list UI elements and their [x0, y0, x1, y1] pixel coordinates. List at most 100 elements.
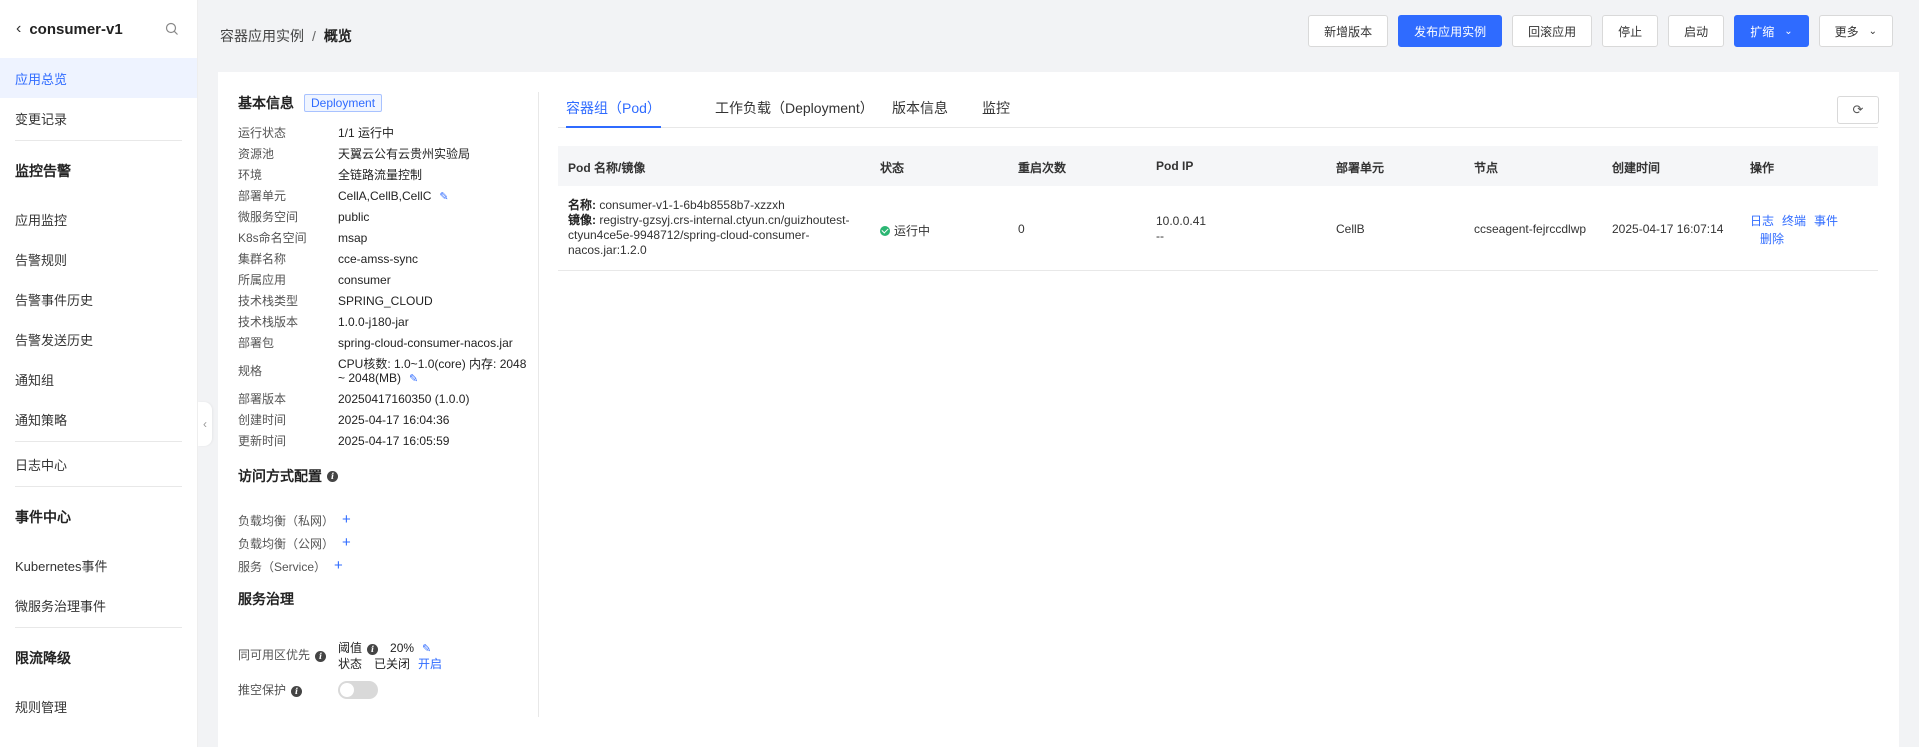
- sidebar-collapse-handle[interactable]: ‹: [198, 402, 212, 446]
- breadcrumb-current: 概览: [323, 28, 352, 44]
- events-link[interactable]: 事件: [1814, 214, 1838, 228]
- sidebar-item-alert-history[interactable]: 告警事件历史: [0, 279, 197, 319]
- tab-deployment[interactable]: 工作负载（Deployment）: [715, 98, 874, 128]
- sidebar-item-app-monitor[interactable]: 应用监控: [0, 199, 197, 239]
- status-line: 状态 已关闭 开启: [338, 657, 528, 671]
- sidebar-item-ms-events[interactable]: 微服务治理事件: [0, 585, 197, 625]
- more-button[interactable]: 更多 ⌄: [1818, 15, 1893, 47]
- status-cell: 运行中: [880, 222, 930, 239]
- publish-button[interactable]: 发布应用实例: [1398, 15, 1503, 47]
- search-icon[interactable]: [165, 22, 179, 36]
- sidebar-divider: [15, 441, 182, 442]
- breadcrumb-parent[interactable]: 容器应用实例: [220, 28, 304, 44]
- pod-node[interactable]: ccseagent-fejrccdlwp: [1474, 222, 1586, 236]
- scale-button[interactable]: 扩缩 ⌄: [1734, 15, 1809, 47]
- table-row: 名称: consumer-v1-1-6b4b8558b7-xzzxh 镜像: r…: [558, 186, 1878, 271]
- sidebar-group-limit[interactable]: 限流降级: [0, 630, 197, 686]
- sidebar-group-events[interactable]: 事件中心: [0, 489, 197, 545]
- access-label: 负载均衡（私网）: [238, 514, 335, 528]
- table-header: Pod 名称/镜像 状态 重启次数 Pod IP 部署单元 节点 创建时间 操作: [558, 146, 1878, 186]
- info-icon[interactable]: i: [327, 470, 338, 482]
- tab-monitor[interactable]: 监控: [982, 98, 1010, 128]
- sidebar-item-log-center[interactable]: 日志中心: [0, 444, 197, 484]
- info-key: 技术栈类型: [238, 294, 299, 308]
- sidebar-item-alert-rules[interactable]: 告警规则: [0, 239, 197, 279]
- info-value: 2025-04-17 16:05:59: [338, 434, 450, 448]
- delete-link[interactable]: 删除: [1760, 232, 1784, 246]
- basic-info-heading: 基本信息: [238, 95, 294, 111]
- plus-icon[interactable]: +: [342, 512, 351, 528]
- plus-icon[interactable]: +: [334, 558, 343, 574]
- new-version-button[interactable]: 新增版本: [1308, 15, 1389, 47]
- sidebar-item-notify-policy[interactable]: 通知策略: [0, 399, 197, 439]
- col-cell: 部署单元: [1336, 161, 1385, 175]
- more-label: 更多: [1834, 24, 1859, 39]
- sidebar-item-notify-group[interactable]: 通知组: [0, 359, 197, 399]
- access-heading: 访问方式配置: [238, 468, 322, 484]
- refresh-button[interactable]: ⟳: [1837, 96, 1879, 124]
- info-row: 部署包 spring-cloud-consumer-nacos.jar: [238, 336, 538, 350]
- push-protect-label: 推空保护: [238, 683, 287, 697]
- pod-cell: CellB: [1336, 222, 1365, 236]
- access-row: 负载均衡（私网） +: [238, 512, 538, 528]
- access-row: 服务（Service） +: [238, 558, 538, 574]
- info-value: spring-cloud-consumer-nacos.jar: [338, 336, 513, 350]
- sidebar-group-monitor[interactable]: 监控告警: [0, 143, 197, 199]
- edit-icon[interactable]: ✎: [422, 642, 432, 655]
- push-protect-label-wrap: 推空保护 i: [238, 683, 338, 697]
- enable-link[interactable]: 开启: [418, 657, 442, 671]
- edit-icon[interactable]: ✎: [409, 372, 419, 385]
- scale-label: 扩缩: [1750, 24, 1775, 39]
- push-protect-toggle[interactable]: [338, 681, 378, 699]
- workload-type-tag: Deployment: [304, 94, 383, 112]
- pod-name-cell: 名称: consumer-v1-1-6b4b8558b7-xzzxh 镜像: r…: [568, 198, 868, 258]
- pod-ip-secondary: --: [1156, 229, 1164, 243]
- pod-name: consumer-v1-1-6b4b8558b7-xzzxh: [599, 198, 785, 212]
- info-icon[interactable]: i: [291, 685, 303, 697]
- pod-status: 运行中: [894, 224, 931, 238]
- push-protect-row: 推空保护 i: [238, 681, 538, 699]
- info-key: 环境: [238, 168, 263, 182]
- terminal-link[interactable]: 终端: [1782, 214, 1806, 228]
- info-value: cce-amss-sync: [338, 252, 419, 266]
- sidebar-item-rule-manage[interactable]: 规则管理: [0, 686, 197, 726]
- pod-ip: 10.0.0.41: [1156, 214, 1207, 228]
- info-icon[interactable]: i: [367, 643, 379, 655]
- stop-button[interactable]: 停止: [1602, 15, 1659, 47]
- info-key: 运行状态: [238, 126, 287, 140]
- topbar: 容器应用实例 / 概览 新增版本 发布应用实例 回滚应用 停止 启动 扩缩 ⌄ 更多 ⌄: [198, 0, 1919, 68]
- edit-icon[interactable]: ✎: [439, 190, 449, 203]
- info-key: 集群名称: [238, 252, 287, 266]
- info-row: 微服务空间 public: [238, 210, 538, 224]
- refresh-icon: ⟳: [1852, 102, 1864, 117]
- tab-bar: 容器组（Pod） 工作负载（Deployment） 版本信息 监控: [558, 98, 1878, 128]
- sidebar-item-alert-send-history[interactable]: 告警发送历史: [0, 319, 197, 359]
- threshold-label: 阈值: [338, 641, 363, 655]
- sidebar-item-overview[interactable]: 应用总览: [0, 58, 197, 98]
- chevron-down-icon: ⌄: [1784, 25, 1793, 37]
- breadcrumb-separator: /: [312, 28, 316, 44]
- back-icon[interactable]: ‹: [16, 21, 21, 37]
- sidebar-divider: [15, 627, 182, 628]
- info-value: public: [338, 210, 370, 224]
- info-icon[interactable]: i: [315, 650, 327, 662]
- info-value: SPRING_CLOUD: [338, 294, 433, 308]
- sidebar-item-k8s-events[interactable]: Kubernetes事件: [0, 545, 197, 585]
- tab-version[interactable]: 版本信息: [892, 98, 948, 128]
- access-title: 访问方式配置 i: [238, 465, 538, 487]
- rollback-button[interactable]: 回滚应用: [1512, 15, 1593, 47]
- plus-icon[interactable]: +: [342, 535, 351, 551]
- info-key: 更新时间: [238, 434, 287, 448]
- tab-pod[interactable]: 容器组（Pod）: [566, 98, 661, 128]
- pod-created: 2025-04-17 16:07:14: [1612, 222, 1724, 236]
- info-row: 创建时间 2025-04-17 16:04:36: [238, 413, 538, 427]
- info-value: msap: [338, 231, 368, 245]
- col-pod-name: Pod 名称/镜像: [568, 161, 646, 175]
- info-row: 集群名称 cce-amss-sync: [238, 252, 538, 266]
- info-value: 20250417160350 (1.0.0): [338, 392, 470, 406]
- log-link[interactable]: 日志: [1750, 214, 1774, 228]
- info-key: 规格: [238, 364, 263, 378]
- start-button[interactable]: 启动: [1668, 15, 1725, 47]
- info-key: 创建时间: [238, 413, 287, 427]
- sidebar-item-changelog[interactable]: 变更记录: [0, 98, 197, 138]
